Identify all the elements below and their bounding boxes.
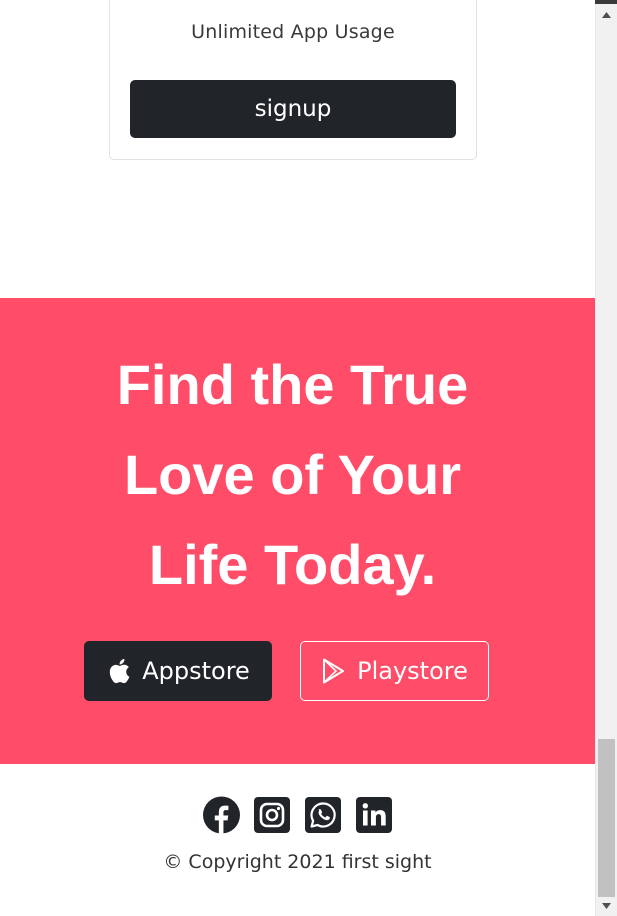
page-viewport: Unlimited App Usage signup Find the True… [0,0,595,916]
cta-section: Find the True Love of Your Life Today. A… [0,298,595,764]
google-play-icon [321,658,347,684]
scroll-down-arrow-icon[interactable] [596,897,617,914]
signup-button[interactable]: signup [130,80,456,138]
social-links [0,796,595,833]
vertical-scrollbar[interactable] [595,4,617,916]
pricing-feature: Unlimited App Usage [191,21,395,43]
scrollbar-thumb[interactable] [598,739,615,897]
facebook-icon[interactable] [202,796,240,833]
scroll-up-arrow-icon[interactable] [596,6,617,23]
cta-title-line-3: Life Today. [148,533,437,596]
pricing-card: Unlimited App Usage signup [109,0,477,160]
footer: © Copyright 2021 first sight [0,764,595,916]
playstore-label: Playstore [357,657,468,685]
cta-title-line-2: Love of Your [123,443,462,506]
appstore-label: Appstore [142,657,250,685]
cta-title: Find the True Love of Your Life Today. [60,340,525,610]
copyright-text: © Copyright 2021 first sight [163,851,432,873]
appstore-button[interactable]: Appstore [84,641,272,701]
playstore-button[interactable]: Playstore [300,641,489,701]
cta-title-line-1: Find the True [116,353,469,416]
apple-icon [106,658,132,684]
linkedin-icon[interactable] [356,796,393,833]
instagram-icon[interactable] [254,796,291,833]
whatsapp-icon[interactable] [305,796,342,833]
